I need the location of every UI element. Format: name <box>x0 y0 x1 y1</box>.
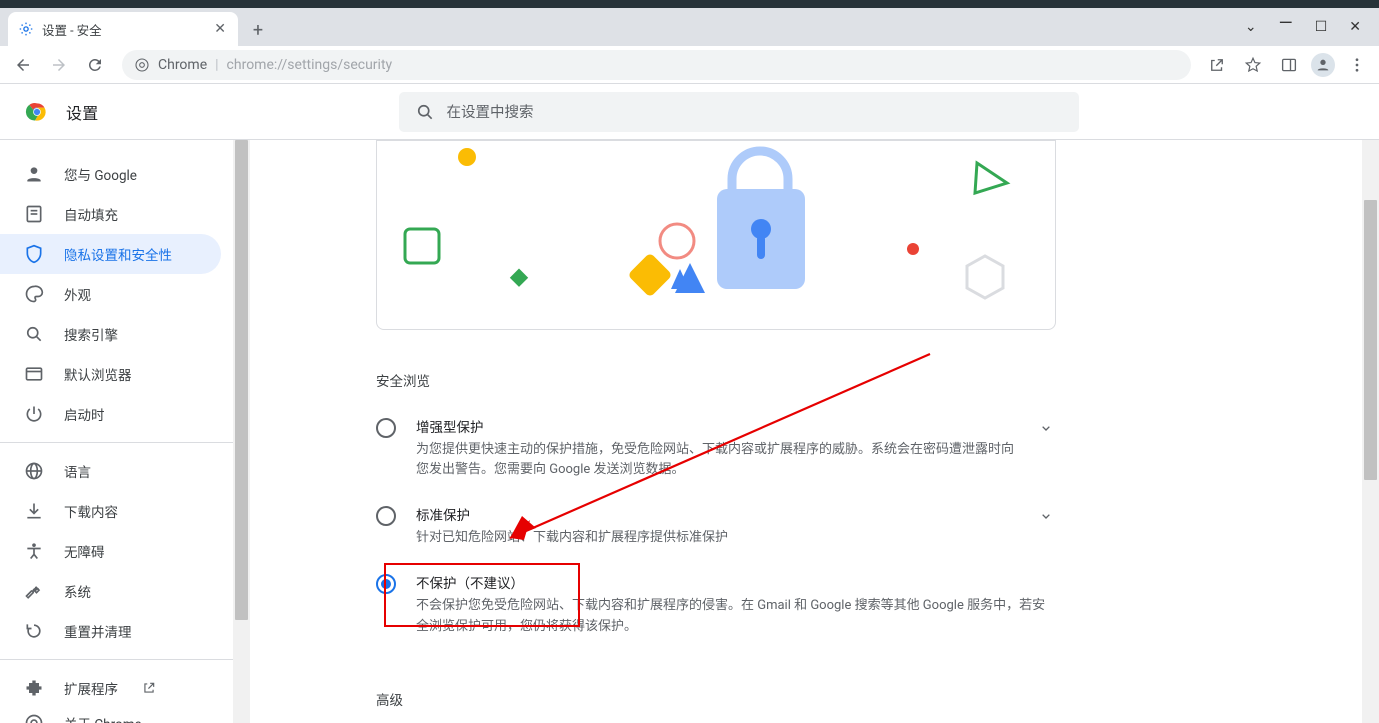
origin-label: Chrome <box>158 57 207 73</box>
kebab-menu-icon[interactable] <box>1343 51 1371 79</box>
forward-button[interactable] <box>44 50 74 80</box>
settings-header: 设置 在设置中搜索 <box>0 84 1379 140</box>
restore-icon <box>24 621 44 641</box>
nav-label: 外观 <box>64 284 91 304</box>
search-placeholder: 在设置中搜索 <box>447 101 534 122</box>
close-tab-icon[interactable]: ✕ <box>212 21 228 37</box>
nav-languages[interactable]: 语言 <box>0 451 221 491</box>
option-title: 不保护（不建议） <box>416 572 1056 592</box>
nav-appearance[interactable]: 外观 <box>0 274 221 314</box>
bookmark-star-icon[interactable] <box>1239 51 1267 79</box>
globe-icon <box>24 461 44 481</box>
nav-label: 语言 <box>64 461 91 481</box>
nav-label: 隐私设置和安全性 <box>64 244 172 264</box>
settings-search-input[interactable]: 在设置中搜索 <box>399 92 1079 132</box>
nav-label: 扩展程序 <box>64 678 118 698</box>
chrome-logo-icon <box>24 99 50 125</box>
security-hero-illustration <box>376 140 1056 330</box>
sidebar-scrollbar[interactable] <box>233 140 250 723</box>
chrome-icon <box>24 713 44 723</box>
accessibility-icon <box>24 541 44 561</box>
tab-strip: 设置 - 安全 ✕ + ⌄ — ☐ ✕ <box>0 8 1379 46</box>
new-tab-button[interactable]: + <box>244 16 272 44</box>
radio-icon[interactable] <box>376 574 396 594</box>
side-panel-icon[interactable] <box>1275 51 1303 79</box>
nav-search-engine[interactable]: 搜索引擎 <box>0 314 221 354</box>
option-desc: 为您提供更快速主动的保护措施，免受危险网站、下载内容或扩展程序的威胁。系统会在密… <box>416 440 1016 480</box>
extension-icon <box>24 678 44 698</box>
radio-icon[interactable] <box>376 418 396 438</box>
nav-label: 自动填充 <box>64 204 118 224</box>
nav-label: 您与 Google <box>64 164 137 184</box>
chrome-secure-icon <box>134 57 150 73</box>
chevron-down-icon[interactable]: ⌄ <box>1245 19 1257 35</box>
option-desc: 不会保护您免受危险网站、下载内容和扩展程序的侵害。在 Gmail 和 Googl… <box>416 596 1056 636</box>
minimize-icon[interactable]: — <box>1279 13 1293 34</box>
tab-title: 设置 - 安全 <box>42 20 212 39</box>
radio-enhanced-protection[interactable]: 增强型保护 为您提供更快速主动的保护措施，免受危险网站、下载内容或扩展程序的威胁… <box>376 404 1056 492</box>
radio-icon[interactable] <box>376 506 396 526</box>
nav-reset[interactable]: 重置并清理 <box>0 611 221 651</box>
nav-label: 下载内容 <box>64 501 118 521</box>
nav-label: 默认浏览器 <box>64 364 132 384</box>
option-title: 标准保护 <box>416 504 1016 524</box>
profile-avatar-icon[interactable] <box>1311 53 1335 77</box>
main-scrollbar[interactable] <box>1362 140 1379 723</box>
close-window-icon[interactable]: ✕ <box>1349 19 1361 35</box>
scrollbar-thumb[interactable] <box>1364 200 1377 480</box>
settings-sidebar: 您与 Google 自动填充 隐私设置和安全性 外观 搜索引擎 默认浏览器 <box>0 140 250 723</box>
search-icon <box>24 324 44 344</box>
nav-privacy-security[interactable]: 隐私设置和安全性 <box>0 234 221 274</box>
nav-system[interactable]: 系统 <box>0 571 221 611</box>
nav-label: 重置并清理 <box>64 621 132 641</box>
shield-icon <box>24 244 44 264</box>
browser-tab[interactable]: 设置 - 安全 ✕ <box>8 12 238 46</box>
nav-default-browser[interactable]: 默认浏览器 <box>0 354 221 394</box>
settings-gear-icon <box>18 21 34 37</box>
radio-standard-protection[interactable]: 标准保护 针对已知危险网站、下载内容和扩展程序提供标准保护 <box>376 492 1056 560</box>
nav-label: 系统 <box>64 581 91 601</box>
browser-toolbar: Chrome | chrome://settings/security <box>0 46 1379 84</box>
main-content: 安全浏览 增强型保护 为您提供更快速主动的保护措施，免受危险网站、下载内容或扩展… <box>250 140 1379 723</box>
external-link-icon <box>142 681 156 695</box>
palette-icon <box>24 284 44 304</box>
advanced-heading: 高级 <box>376 689 1056 709</box>
wrench-icon <box>24 581 44 601</box>
nav-label: 启动时 <box>64 404 105 424</box>
address-bar[interactable]: Chrome | chrome://settings/security <box>122 50 1191 80</box>
chevron-down-icon[interactable] <box>1036 418 1056 438</box>
window-controls: ⌄ — ☐ ✕ <box>1227 8 1379 46</box>
reload-button[interactable] <box>80 50 110 80</box>
nav-autofill[interactable]: 自动填充 <box>0 194 221 234</box>
safe-browsing-heading: 安全浏览 <box>376 370 1056 390</box>
nav-separator <box>0 659 233 660</box>
chevron-down-icon[interactable] <box>1036 506 1056 526</box>
person-icon <box>24 164 44 184</box>
download-icon <box>24 501 44 521</box>
url-text: chrome://settings/security <box>227 57 393 73</box>
option-title: 增强型保护 <box>416 416 1016 436</box>
nav-separator <box>0 442 233 443</box>
nav-accessibility[interactable]: 无障碍 <box>0 531 221 571</box>
browser-icon <box>24 364 44 384</box>
power-icon <box>24 404 44 424</box>
nav-extensions[interactable]: 扩展程序 <box>0 668 221 708</box>
autofill-icon <box>24 204 44 224</box>
nav-downloads[interactable]: 下载内容 <box>0 491 221 531</box>
share-icon[interactable] <box>1203 51 1231 79</box>
settings-title: 设置 <box>66 100 99 124</box>
option-desc: 针对已知危险网站、下载内容和扩展程序提供标准保护 <box>416 528 1016 548</box>
nav-you-and-google[interactable]: 您与 Google <box>0 154 221 194</box>
maximize-icon[interactable]: ☐ <box>1315 19 1328 35</box>
search-icon <box>415 102 435 122</box>
nav-label: 无障碍 <box>64 541 105 561</box>
nav-label: 搜索引擎 <box>64 324 118 344</box>
scrollbar-thumb[interactable] <box>235 140 248 620</box>
nav-label: 关于 Chrome <box>64 713 142 723</box>
nav-about-chrome[interactable]: 关于 Chrome <box>0 708 221 723</box>
radio-no-protection[interactable]: 不保护（不建议） 不会保护您免受危险网站、下载内容和扩展程序的侵害。在 Gmai… <box>376 560 1056 648</box>
back-button[interactable] <box>8 50 38 80</box>
nav-on-startup[interactable]: 启动时 <box>0 394 221 434</box>
